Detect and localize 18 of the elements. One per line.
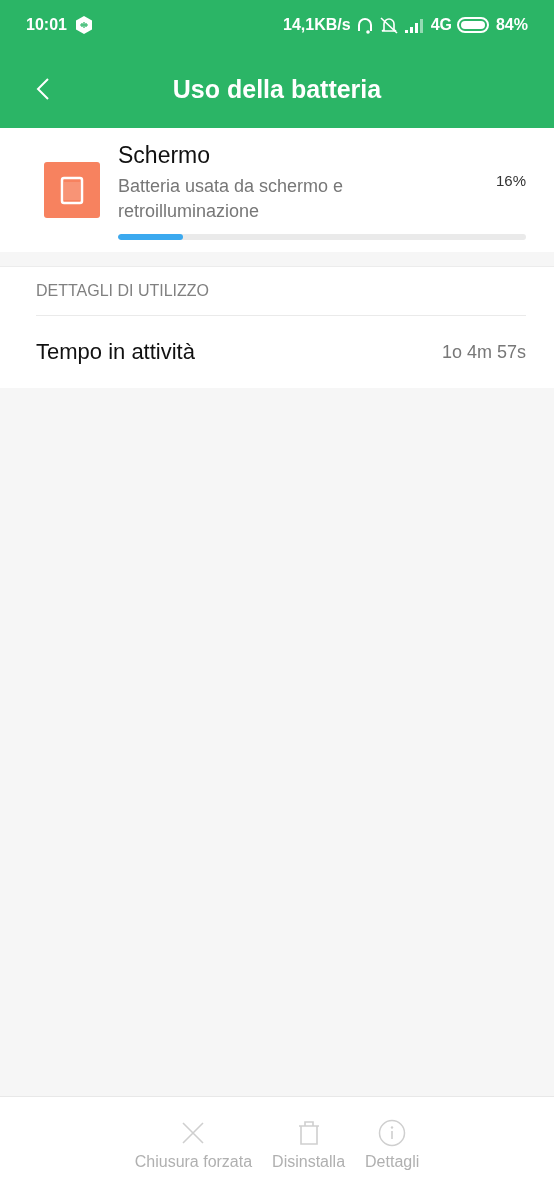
section-heading: DETTAGLI DI UTILIZZO <box>36 267 526 316</box>
network-type: 4G <box>430 16 452 34</box>
usage-percent: 16% <box>495 172 526 191</box>
bell-off-icon <box>378 15 399 35</box>
screen-icon <box>44 162 100 218</box>
app-notification-icon <box>74 15 93 35</box>
signal-icon <box>403 16 426 34</box>
row-value: 1o 4m 57s <box>441 341 526 363</box>
clock: 10:01 <box>26 16 67 34</box>
info-icon <box>378 1119 407 1147</box>
item-description: Batteria usata da schermo e retroilluminazione <box>118 175 345 223</box>
network-speed: 14,1KB/s <box>283 16 351 34</box>
row-label: Tempo in attività <box>36 339 195 365</box>
battery-percent: 84% <box>495 16 528 34</box>
item-name: Schermo <box>118 142 212 169</box>
battery-icon <box>456 16 491 34</box>
page-title: Uso della batteria <box>172 74 382 104</box>
headset-icon <box>355 15 374 35</box>
